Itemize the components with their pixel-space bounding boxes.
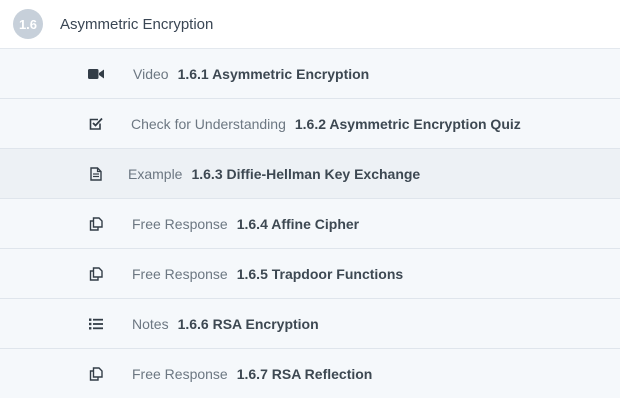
lesson-type-label: Free Response (132, 365, 228, 382)
copy-icon (88, 266, 104, 282)
copy-icon (88, 366, 104, 382)
lesson-title[interactable]: 1.6.3 Diffie-Hellman Key Exchange (191, 166, 420, 182)
document-icon (88, 166, 104, 182)
lesson-item-example[interactable]: Example 1.6.3 Diffie-Hellman Key Exchang… (0, 149, 620, 199)
lesson-item-notes[interactable]: Notes 1.6.6 RSA Encryption (0, 299, 620, 349)
module-header[interactable]: 1.6 Asymmetric Encryption (0, 0, 620, 49)
lesson-item-free-response[interactable]: Free Response 1.6.5 Trapdoor Functions (0, 249, 620, 299)
lesson-type-label: Free Response (132, 265, 228, 282)
lesson-type-label: Free Response (132, 215, 228, 232)
module-title: Asymmetric Encryption (60, 15, 214, 33)
checkbox-icon (88, 116, 104, 132)
lesson-title[interactable]: 1.6.7 RSA Reflection (237, 366, 373, 382)
lesson-title[interactable]: 1.6.2 Asymmetric Encryption Quiz (295, 116, 521, 132)
lesson-item-free-response[interactable]: Free Response 1.6.7 RSA Reflection (0, 349, 620, 398)
copy-icon (88, 216, 104, 232)
module-number-badge: 1.6 (13, 9, 43, 39)
lesson-title[interactable]: 1.6.6 RSA Encryption (178, 316, 319, 332)
lesson-item-free-response[interactable]: Free Response 1.6.4 Affine Cipher (0, 199, 620, 249)
lesson-module: 1.6 Asymmetric Encryption Video 1.6.1 As… (0, 0, 620, 398)
lesson-type-label: Video (133, 65, 169, 82)
list-icon (88, 316, 104, 332)
lesson-type-label: Notes (132, 315, 169, 332)
lesson-title[interactable]: 1.6.5 Trapdoor Functions (237, 266, 403, 282)
video-icon (88, 66, 104, 82)
lesson-type-label: Example (128, 165, 183, 182)
lesson-title[interactable]: 1.6.4 Affine Cipher (237, 216, 359, 232)
lesson-title[interactable]: 1.6.1 Asymmetric Encryption (178, 66, 370, 82)
lesson-item-video[interactable]: Video 1.6.1 Asymmetric Encryption (0, 49, 620, 99)
lesson-type-label: Check for Understanding (131, 115, 286, 132)
lesson-item-quiz[interactable]: Check for Understanding 1.6.2 Asymmetric… (0, 99, 620, 149)
